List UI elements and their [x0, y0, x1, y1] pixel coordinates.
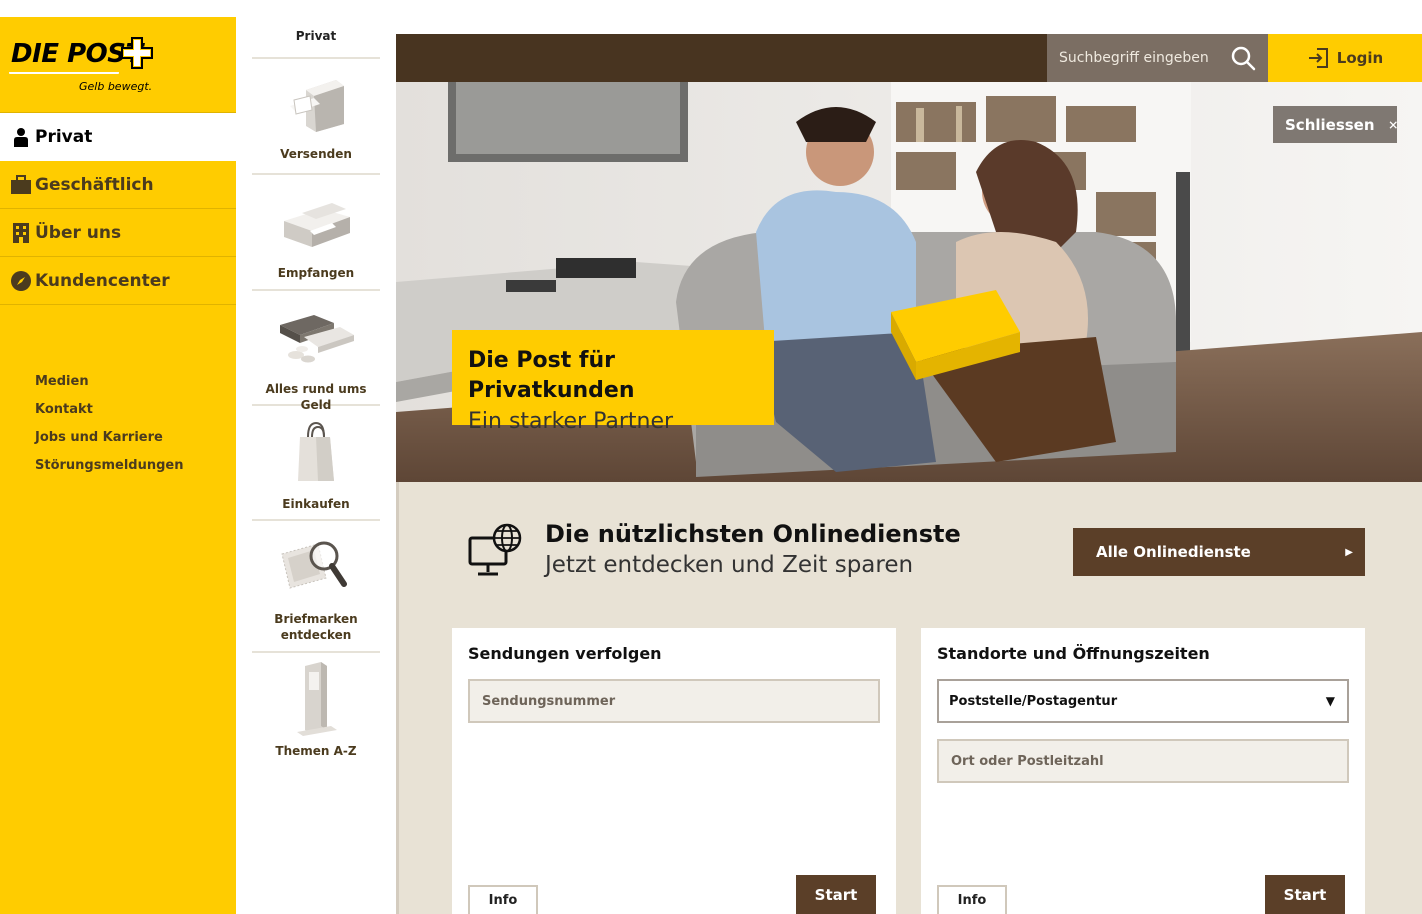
login-label: Login [1336, 49, 1384, 67]
subnav-item-geld[interactable]: Alles rund ums Geld [252, 291, 380, 412]
link-stoerungsmeldungen[interactable]: Störungsmeldungen [35, 456, 183, 484]
search-icon[interactable] [1230, 45, 1256, 71]
tracking-title: Sendungen verfolgen [468, 644, 662, 663]
locations-start-button[interactable]: Start [1265, 875, 1345, 914]
sidebar-item-label: Kundencenter [35, 270, 170, 291]
mailbox-icon [252, 66, 380, 146]
tracking-number-input[interactable]: Sendungsnummer [468, 679, 880, 723]
location-search-input[interactable]: Ort oder Postleitzahl [937, 739, 1349, 783]
subnav-item-themen[interactable]: Themen A-Z [252, 653, 380, 768]
search-box[interactable]: Suchbegriff eingeben [1047, 34, 1268, 82]
link-kontakt[interactable]: Kontakt [35, 400, 183, 428]
close-label: Schliessen [1285, 115, 1375, 134]
link-medien[interactable]: Medien [35, 372, 183, 400]
arrow-right-icon: ▶ [1345, 546, 1353, 558]
sidebar-links: Medien Kontakt Jobs und Karriere Störung… [35, 372, 183, 484]
subnav-item-label: Einkaufen [282, 497, 350, 511]
subnav-heading: Privat [252, 22, 380, 59]
location-type-select[interactable]: Poststelle/Postagentur ▼ [937, 679, 1349, 723]
compass-icon [10, 270, 32, 292]
location-type-value: Poststelle/Postagentur [949, 693, 1118, 709]
tracking-info-button[interactable]: Info [468, 885, 538, 914]
logo-swoosh [9, 72, 119, 78]
sidebar-item-label: Über uns [35, 222, 122, 243]
sidebar-item-privat[interactable]: Privat [0, 113, 236, 161]
logo-slogan: Gelb bewegt. [79, 80, 153, 93]
all-online-services-button[interactable]: Alle Onlinedienste ▶ [1073, 528, 1365, 576]
sidebar-item-label: Privat [35, 127, 93, 147]
briefcase-icon [10, 174, 32, 196]
locations-title: Standorte und Öffnungszeiten [937, 644, 1210, 663]
login-button[interactable]: Login [1268, 34, 1422, 82]
login-icon [1308, 48, 1328, 68]
locations-panel: Standorte und Öffnungszeiten Poststelle/… [921, 628, 1365, 914]
subnav-item-label: Themen A-Z [275, 744, 357, 758]
all-online-services-label: Alle Onlinedienste [1096, 543, 1251, 561]
stamp-magnifier-icon [252, 521, 380, 611]
subnav-item-versenden[interactable]: Versenden [252, 66, 380, 175]
tracking-start-button[interactable]: Start [796, 875, 876, 914]
subnav-item-label: Briefmarken entdecken [274, 612, 358, 642]
sidebar-item-label: Geschäftlich [35, 174, 154, 195]
sidebar-item-geschaeftlich[interactable]: Geschäftlich [0, 161, 236, 209]
sidebar-top-strip [0, 0, 236, 17]
online-services-title: Die nützlichsten Onlinedienste [545, 520, 961, 548]
subnav-item-einkaufen[interactable]: Einkaufen [252, 406, 380, 521]
parcel-icon [252, 175, 380, 265]
close-icon [1389, 120, 1397, 129]
sidebar-item-ueber-uns[interactable]: Über uns [0, 209, 236, 257]
subnav-item-label: Versenden [280, 147, 352, 161]
subnav-item-label: Empfangen [277, 266, 355, 280]
main-sidebar: DIE POST Gelb bewegt. Privat Geschäftlic… [0, 0, 236, 914]
link-jobs[interactable]: Jobs und Karriere [35, 428, 183, 456]
caret-down-icon: ▼ [1325, 694, 1335, 708]
sidebar-item-kundencenter[interactable]: Kundencenter [0, 257, 236, 305]
hero-teaser[interactable]: Die Post für Privatkunden Ein starker Pa… [452, 330, 774, 434]
post-logo[interactable]: DIE POST Gelb bewegt. [0, 17, 236, 113]
hero-subtitle: Ein starker Partner [468, 409, 674, 434]
tracking-panel: Sendungen verfolgen Sendungsnummer Info … [452, 628, 896, 914]
terminal-icon [252, 653, 380, 743]
locations-info-button[interactable]: Info [937, 885, 1007, 914]
subnav-item-briefmarken[interactable]: Briefmarken entdecken [252, 521, 380, 653]
shopping-bag-icon [252, 406, 380, 496]
computer-globe-icon [468, 523, 522, 576]
person-icon [10, 126, 32, 148]
wallet-coins-icon [252, 291, 380, 381]
online-services-subtitle: Jetzt entdecken und Zeit sparen [545, 552, 914, 578]
close-button[interactable]: Schliessen [1273, 106, 1397, 143]
privat-subnav: Privat Versenden Empfangen Alles rund um… [236, 0, 396, 914]
search-input[interactable]: Suchbegriff eingeben [1059, 50, 1230, 66]
hero-title: Die Post für Privatkunden [468, 348, 635, 403]
building-icon [10, 222, 32, 244]
subnav-item-empfangen[interactable]: Empfangen [252, 175, 380, 291]
swiss-cross-logo-icon [121, 37, 153, 69]
